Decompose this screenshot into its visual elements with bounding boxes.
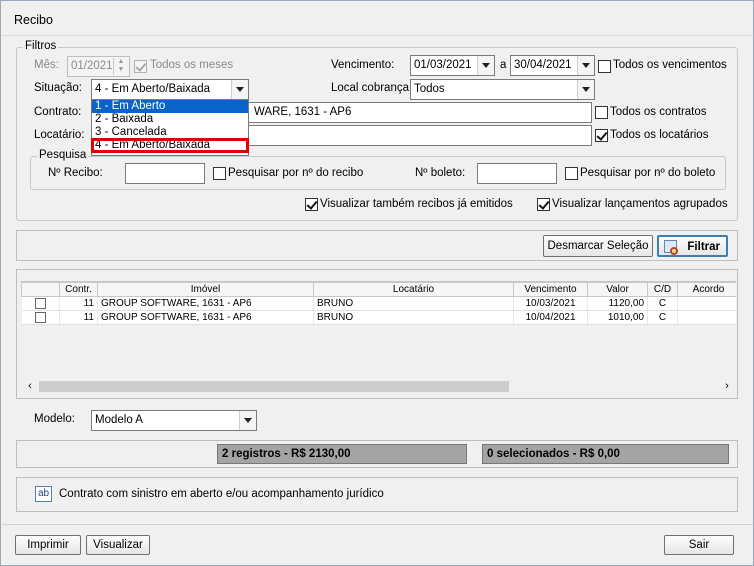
- situacao-label: Situação:: [34, 82, 82, 94]
- recibo-window: Recibo Filtros Mês: 01/2021 ▲ ▼ Todos os …: [0, 0, 754, 566]
- pesquisar-boleto-label: Pesquisar por nº do boleto: [580, 167, 716, 179]
- mes-label: Mês:: [34, 59, 59, 71]
- cd-cell: C: [647, 296, 678, 311]
- scroll-right-icon[interactable]: ›: [720, 379, 734, 394]
- valor-cell: 1120,00: [587, 296, 648, 311]
- acordo-cell: [677, 310, 736, 325]
- row-checkbox[interactable]: [34, 297, 46, 309]
- boleto-label: Nº boleto:: [415, 167, 466, 179]
- grid-area: Contr. Imóvel Locatário Vencimento Valor…: [21, 281, 736, 379]
- column-header-select[interactable]: [21, 282, 60, 297]
- footer-divider: [2, 524, 753, 525]
- contr-cell: 11: [59, 310, 98, 325]
- desmarcar-selecao-button[interactable]: Desmarcar Seleção: [543, 235, 653, 257]
- filter-icon: [664, 240, 678, 255]
- visualizar-agrupados-checkbox[interactable]: [537, 198, 550, 211]
- acordo-cell: [677, 296, 736, 311]
- selecionados-status: 0 selecionados - R$ 0,00: [482, 444, 729, 464]
- window-title: Recibo: [14, 13, 53, 27]
- column-header-contr[interactable]: Contr.: [59, 282, 98, 297]
- visualizar-emitidos-checkbox[interactable]: [305, 198, 318, 211]
- column-header-valor[interactable]: Valor: [587, 282, 648, 297]
- vencimento-separator: a: [500, 59, 507, 71]
- contrato-label: Contrato:: [34, 106, 82, 118]
- cd-cell: C: [647, 310, 678, 325]
- local-cobranca-dropdown-icon[interactable]: [577, 80, 594, 99]
- filtrar-label: Filtrar: [687, 241, 720, 253]
- filters-legend: Filtros: [23, 40, 59, 52]
- table-row[interactable]: 11 GROUP SOFTWARE, 1631 - AP6 BRUNO 10/0…: [21, 310, 736, 325]
- locatario-label: Locatário:: [34, 129, 85, 141]
- vencimento-cell: 10/03/2021: [513, 296, 588, 311]
- modelo-dropdown-icon[interactable]: [239, 411, 256, 430]
- todos-meses-label: Todos os meses: [150, 59, 234, 71]
- locatario-cell: BRUNO: [313, 296, 514, 311]
- todos-vencimentos-checkbox[interactable]: [598, 60, 611, 73]
- todos-locatarios-label: Todos os locatários: [610, 129, 709, 141]
- imprimir-button[interactable]: Imprimir: [15, 535, 81, 555]
- column-header-acordo[interactable]: Acordo: [677, 282, 736, 297]
- row-select-cell[interactable]: [21, 310, 60, 325]
- imovel-cell: GROUP SOFTWARE, 1631 - AP6: [97, 296, 314, 311]
- situacao-option-1[interactable]: 1 - Em Aberto: [92, 100, 248, 113]
- vencimento-to-dropdown-icon[interactable]: [577, 56, 594, 75]
- pesquisa-legend: Pesquisa: [37, 149, 89, 161]
- pesquisar-boleto-checkbox[interactable]: [565, 167, 578, 180]
- row-checkbox[interactable]: [34, 311, 46, 323]
- table-header-row: Contr. Imóvel Locatário Vencimento Valor…: [21, 282, 736, 297]
- horizontal-scrollbar[interactable]: ‹ ›: [21, 379, 736, 394]
- valor-cell: 1010,00: [587, 310, 648, 325]
- column-header-cd[interactable]: C/D: [647, 282, 678, 297]
- sinistro-badge: ab: [35, 486, 52, 502]
- local-cobranca-select[interactable]: Todos: [410, 79, 595, 100]
- vencimento-cell: 10/04/2021: [513, 310, 588, 325]
- situacao-option-4[interactable]: 4 - Em Aberto/Baixada: [91, 138, 249, 153]
- situacao-dropdown-icon[interactable]: [231, 80, 248, 99]
- column-header-imovel[interactable]: Imóvel: [97, 282, 314, 297]
- visualizar-emitidos-label: Visualizar também recibos já emitidos: [320, 198, 513, 210]
- sair-button[interactable]: Sair: [664, 535, 734, 555]
- imovel-cell: GROUP SOFTWARE, 1631 - AP6: [97, 310, 314, 325]
- situacao-option-2[interactable]: 2 - Baixada: [92, 113, 248, 126]
- local-cobranca-label: Local cobrança:: [331, 82, 413, 94]
- vencimento-label: Vencimento:: [331, 59, 395, 71]
- visualizar-agrupados-label: Visualizar lançamentos agrupados: [552, 198, 728, 210]
- title-bar: Recibo: [2, 2, 753, 36]
- todos-contratos-label: Todos os contratos: [610, 106, 707, 118]
- mes-spin-icon: ▲ ▼: [113, 58, 128, 75]
- contrato-value: WARE, 1631 - AP6: [254, 106, 352, 118]
- situacao-dropdown-list: 1 - Em Aberto 2 - Baixada 3 - Cancelada …: [91, 99, 249, 156]
- visualizar-button[interactable]: Visualizar: [86, 535, 150, 555]
- todos-vencimentos-label: Todos os vencimentos: [613, 59, 727, 71]
- legenda-text: Contrato com sinistro em aberto e/ou aco…: [59, 488, 384, 500]
- todos-contratos-checkbox[interactable]: [595, 106, 608, 119]
- locatario-cell: BRUNO: [313, 310, 514, 325]
- vencimento-from-dropdown-icon[interactable]: [477, 56, 494, 75]
- filtrar-button[interactable]: Filtrar: [657, 235, 728, 257]
- contr-cell: 11: [59, 296, 98, 311]
- todos-meses-checkbox[interactable]: [134, 60, 147, 73]
- todos-locatarios-checkbox[interactable]: [595, 129, 608, 142]
- pesquisar-recibo-checkbox[interactable]: [213, 167, 226, 180]
- situacao-select[interactable]: 4 - Em Aberto/Baixada: [91, 79, 249, 100]
- modelo-label: Modelo:: [34, 413, 75, 425]
- scroll-thumb[interactable]: [39, 381, 509, 392]
- row-select-cell[interactable]: [21, 296, 60, 311]
- registros-status: 2 registros - R$ 2130,00: [217, 444, 467, 464]
- column-header-vencimento[interactable]: Vencimento: [513, 282, 588, 297]
- recibo-label: Nº Recibo:: [48, 167, 103, 179]
- column-header-locatario[interactable]: Locatário: [313, 282, 514, 297]
- table-row[interactable]: 11 GROUP SOFTWARE, 1631 - AP6 BRUNO 10/0…: [21, 296, 736, 311]
- situacao-option-3[interactable]: 3 - Cancelada: [92, 126, 248, 139]
- pesquisar-recibo-label: Pesquisar por nº do recibo: [228, 167, 364, 179]
- scroll-left-icon[interactable]: ‹: [23, 379, 37, 394]
- modelo-select[interactable]: Modelo A: [91, 410, 257, 431]
- recibo-input[interactable]: [125, 163, 205, 184]
- recibos-table: Contr. Imóvel Locatário Vencimento Valor…: [21, 282, 736, 325]
- boleto-input[interactable]: [477, 163, 557, 184]
